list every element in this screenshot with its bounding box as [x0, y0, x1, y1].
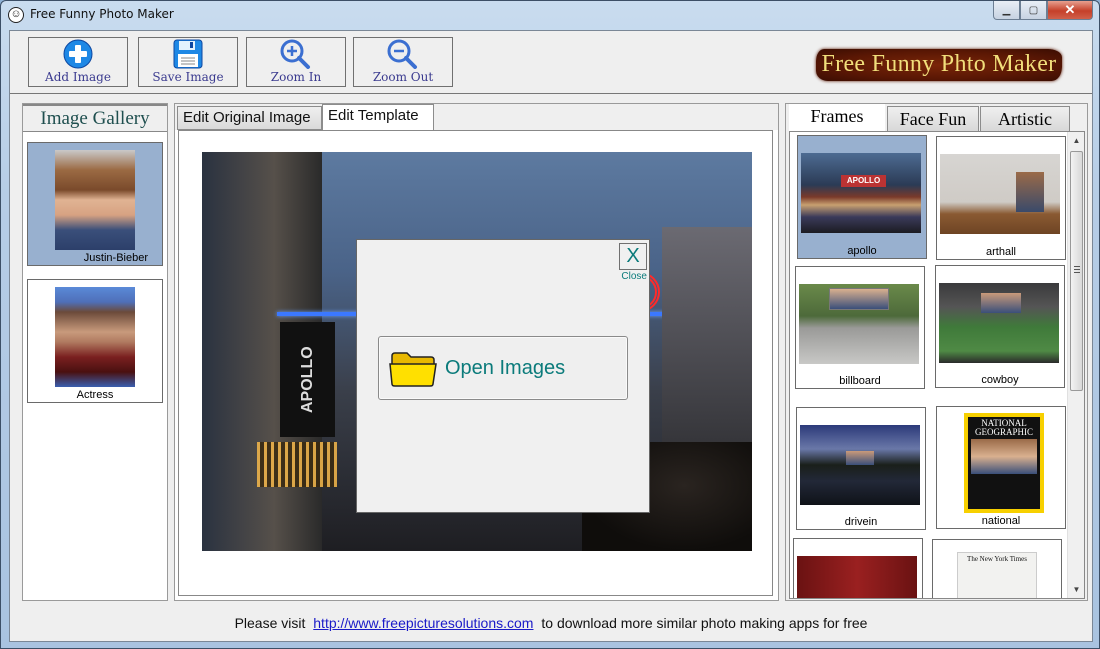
zoom-in-icon — [280, 39, 310, 69]
client-area: Add Image Save Image Zoom In Zoom Out Fr… — [9, 30, 1093, 642]
add-circle-icon — [63, 39, 93, 69]
frames-panel: Frames Face Fun Artistic APOLLO apollo a… — [785, 103, 1088, 601]
smiley-app-icon: ☺ — [8, 7, 24, 23]
zoom-in-button[interactable]: Zoom In — [246, 37, 346, 87]
apollo-sign: APOLLO — [280, 322, 335, 437]
frame-caption: billboard — [839, 375, 881, 387]
gallery-title: Image Gallery — [23, 104, 167, 132]
scrollbar-thumb[interactable] — [1070, 151, 1083, 391]
add-image-label: Add Image — [45, 70, 111, 84]
frame-item-billboard[interactable]: billboard — [795, 266, 925, 389]
tab-artistic[interactable]: Artistic — [980, 106, 1070, 132]
arthall-portrait — [1016, 172, 1044, 212]
frame-item-drivein[interactable]: drivein — [796, 407, 926, 530]
open-images-button[interactable]: Open Images — [378, 336, 628, 400]
dialog-close-label[interactable]: Close — [621, 271, 647, 282]
gallery-caption: Actress — [76, 389, 114, 401]
title-bar: ☺ Free Funny Photo Maker ▁ ▢ ✕ — [1, 1, 1099, 29]
app-logo: Free Funny Phto Maker — [816, 49, 1062, 81]
frame-caption: arthall — [986, 246, 1016, 258]
arthall-frame-thumbnail — [940, 154, 1060, 234]
newspaper-title: The New York Times — [967, 555, 1027, 563]
app-window: ☺ Free Funny Photo Maker ▁ ▢ ✕ Add Image — [0, 0, 1100, 649]
frame-item-apollo[interactable]: APOLLO apollo — [797, 135, 927, 259]
scroll-down-arrow-icon[interactable]: ▼ — [1068, 581, 1084, 598]
frame-item-theater[interactable] — [793, 538, 923, 598]
folder-icon — [389, 352, 437, 387]
frame-item-newspaper[interactable]: The New York Times — [932, 539, 1062, 598]
zoom-out-label: Zoom Out — [372, 70, 434, 84]
frame-caption: national — [981, 515, 1021, 527]
save-image-button[interactable]: Save Image — [138, 37, 238, 87]
gallery-item-justin-bieber[interactable]: Justin-Bieber — [27, 142, 163, 266]
scroll-up-arrow-icon[interactable]: ▲ — [1068, 132, 1084, 149]
justin-bieber-thumbnail — [55, 150, 135, 250]
billboard-frame-thumbnail — [799, 284, 919, 364]
editor-tabs: Edit Original Image Edit Template — [175, 104, 778, 130]
drivein-frame-thumbnail — [800, 425, 920, 505]
website-link[interactable]: http://www.freepicturesolutions.com — [313, 615, 533, 631]
tab-edit-template[interactable]: Edit Template — [322, 104, 434, 130]
drivein-screen — [846, 451, 874, 465]
frame-caption: drivein — [844, 516, 878, 528]
gallery-caption: Justin-Bieber — [83, 252, 148, 264]
billboard-sign — [829, 288, 889, 310]
national-geographic-cover: NATIONAL GEOGRAPHIC — [964, 413, 1044, 513]
marquee-lights — [257, 442, 337, 487]
gallery-item-actress[interactable]: Actress — [27, 279, 163, 403]
frames-grid: APOLLO apollo arthall billboard cowboy d… — [789, 131, 1085, 599]
window-controls: ▁ ▢ ✕ — [993, 1, 1093, 21]
frame-item-national[interactable]: NATIONAL GEOGRAPHIC national — [936, 406, 1066, 529]
grip-icon — [1074, 266, 1080, 273]
apollo-frame-thumbnail: APOLLO — [801, 153, 921, 233]
tab-edit-original-image[interactable]: Edit Original Image — [177, 106, 322, 130]
newspaper-frame-thumbnail: The New York Times — [957, 552, 1037, 598]
canvas-frame: APOLLO NAT KING C X Close — [178, 130, 773, 596]
maximize-button[interactable]: ▢ — [1020, 1, 1047, 20]
apollo-marquee: APOLLO — [841, 175, 886, 187]
cover-title: NATIONAL GEOGRAPHIC — [974, 418, 1033, 437]
editor-panel: Edit Original Image Edit Template APOLLO… — [174, 103, 779, 601]
cowboy-frame-thumbnail — [939, 283, 1059, 363]
frames-scrollbar[interactable]: ▲ ▼ — [1067, 132, 1084, 598]
floppy-disk-icon — [173, 39, 203, 69]
toolbar: Add Image Save Image Zoom In Zoom Out Fr… — [10, 31, 1092, 94]
stadium-screen — [981, 293, 1021, 313]
zoom-out-button[interactable]: Zoom Out — [353, 37, 453, 87]
tab-face-fun[interactable]: Face Fun — [887, 106, 979, 132]
zoom-out-icon — [387, 39, 417, 69]
theater-frame-thumbnail — [797, 556, 917, 598]
actress-thumbnail — [55, 287, 135, 387]
footer-suffix: to download more similar photo making ap… — [541, 615, 868, 631]
open-images-label: Open Images — [445, 356, 566, 379]
open-images-dialog: X Close Open Images — [356, 239, 650, 513]
image-gallery-panel: Image Gallery Justin-Bieber Actress — [22, 103, 168, 601]
frame-item-arthall[interactable]: arthall — [936, 136, 1066, 260]
frame-item-cowboy[interactable]: cowboy — [935, 265, 1065, 388]
tab-frames[interactable]: Frames — [789, 104, 885, 132]
add-image-button[interactable]: Add Image — [28, 37, 128, 87]
footer-prefix: Please visit — [234, 615, 306, 631]
footer: Please visit http://www.freepicturesolut… — [10, 605, 1092, 641]
minimize-button[interactable]: ▁ — [993, 1, 1020, 20]
frame-caption: apollo — [847, 245, 877, 257]
cover-photo — [971, 439, 1037, 474]
template-photo-canvas[interactable]: APOLLO NAT KING C X Close — [202, 152, 752, 551]
save-image-label: Save Image — [152, 70, 224, 84]
frame-caption: cowboy — [981, 374, 1019, 386]
close-window-button[interactable]: ✕ — [1047, 1, 1093, 20]
window-title: Free Funny Photo Maker — [30, 7, 174, 21]
zoom-in-label: Zoom In — [270, 70, 322, 84]
dialog-close-button[interactable]: X — [619, 243, 647, 270]
